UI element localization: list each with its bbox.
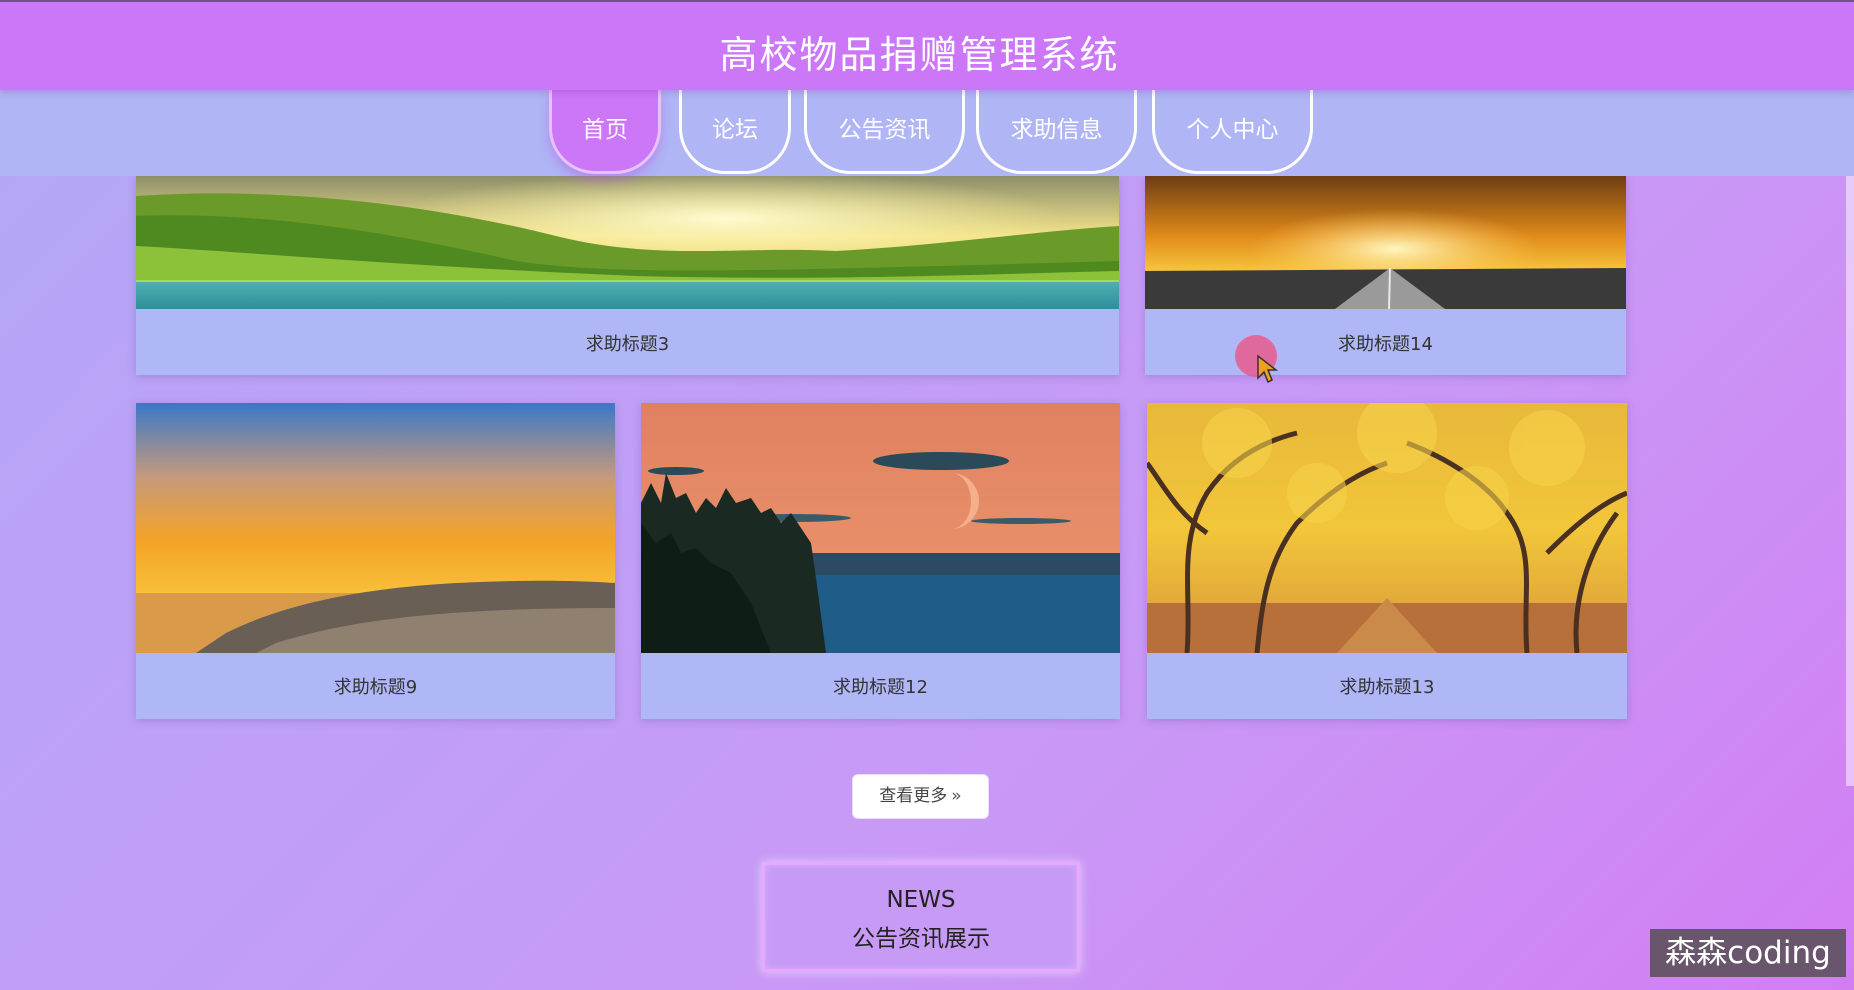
news-title-zh: 公告资讯展示 (852, 926, 990, 952)
news-title-en: NEWS (886, 887, 956, 913)
help-card-title: 求助标题9 (333, 677, 418, 698)
site-header: 高校物品捐赠管理系统 (0, 2, 1854, 90)
help-card-title: 求助标题13 (1339, 677, 1435, 698)
help-card[interactable]: 求助标题14 (1145, 176, 1626, 375)
help-card[interactable]: 求助标题12 (641, 403, 1120, 719)
help-card-image (136, 176, 1119, 309)
nav-announcements[interactable]: 公告资讯 (804, 90, 965, 174)
nav-home[interactable]: 首页 (549, 90, 661, 174)
view-more-button[interactable]: 查看更多» (852, 774, 989, 819)
help-card[interactable]: 求助标题9 (136, 403, 615, 719)
help-card[interactable]: 求助标题3 (136, 176, 1119, 375)
main-nav: 首页 论坛 公告资讯 求助信息 个人中心 (0, 90, 1854, 176)
news-section-header: NEWS 公告资讯展示 (762, 862, 1080, 972)
nav-personal-center[interactable]: 个人中心 (1152, 90, 1313, 174)
help-card-title: 求助标题3 (585, 334, 670, 355)
nav-forum[interactable]: 论坛 (679, 90, 791, 174)
help-card-title: 求助标题14 (1338, 334, 1433, 355)
help-card[interactable]: 求助标题13 (1147, 403, 1627, 719)
help-card-image (1145, 176, 1626, 309)
watermark: 森森coding (1650, 929, 1846, 977)
help-card-image (136, 403, 615, 653)
double-chevron-right-icon: » (951, 786, 962, 806)
scrollbar-track[interactable] (1846, 176, 1854, 786)
view-more-label: 查看更多 (879, 786, 948, 806)
help-card-image (1147, 403, 1627, 653)
mouse-cursor-icon (1257, 354, 1278, 384)
site-title: 高校物品捐赠管理系统 (719, 33, 1120, 77)
help-card-title: 求助标题12 (833, 677, 928, 698)
help-card-image (641, 403, 1120, 653)
nav-help-info[interactable]: 求助信息 (976, 90, 1137, 174)
